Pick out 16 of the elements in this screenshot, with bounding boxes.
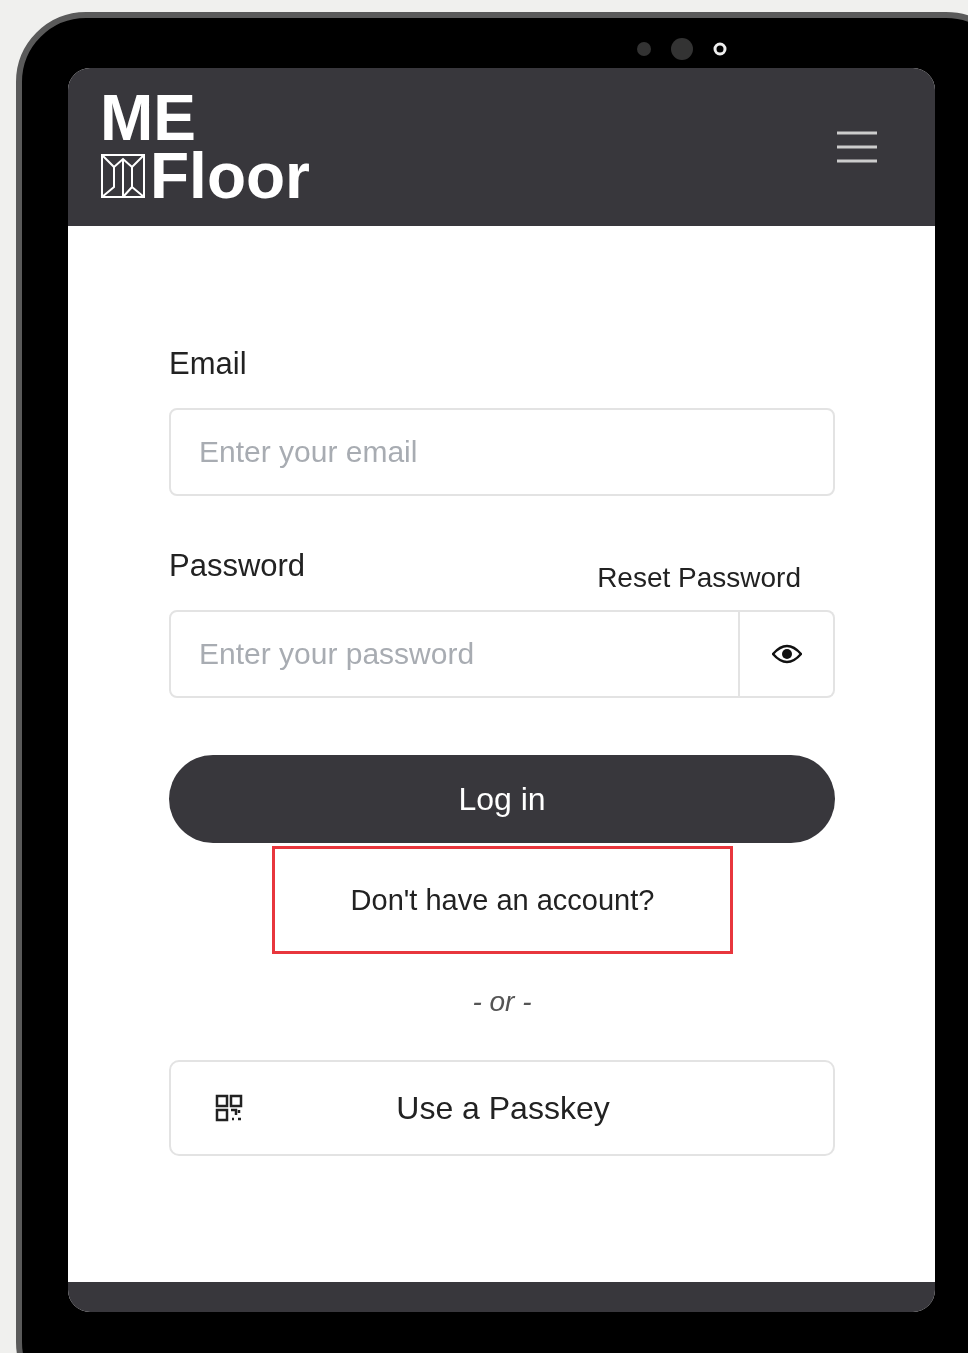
reset-password-link[interactable]: Reset Password bbox=[597, 562, 801, 594]
show-password-button[interactable] bbox=[740, 610, 835, 698]
password-label: Password bbox=[169, 548, 306, 584]
logo-icon bbox=[100, 153, 146, 199]
logo-text: ME bbox=[100, 89, 196, 147]
email-field[interactable]: Enter your email bbox=[169, 408, 835, 496]
logo-text: Floor bbox=[150, 147, 310, 205]
or-separator: - or - bbox=[471, 986, 533, 1018]
login-button[interactable]: Log in bbox=[169, 755, 835, 843]
menu-icon[interactable] bbox=[837, 131, 877, 163]
eye-icon bbox=[771, 644, 802, 664]
password-field[interactable]: Enter your password bbox=[169, 610, 740, 698]
email-label: Email bbox=[169, 346, 248, 382]
qr-code-icon bbox=[215, 1094, 243, 1122]
passkey-button[interactable]: Use a Passkey bbox=[169, 1060, 835, 1156]
account-prompt: Don't have an account? bbox=[350, 883, 655, 917]
